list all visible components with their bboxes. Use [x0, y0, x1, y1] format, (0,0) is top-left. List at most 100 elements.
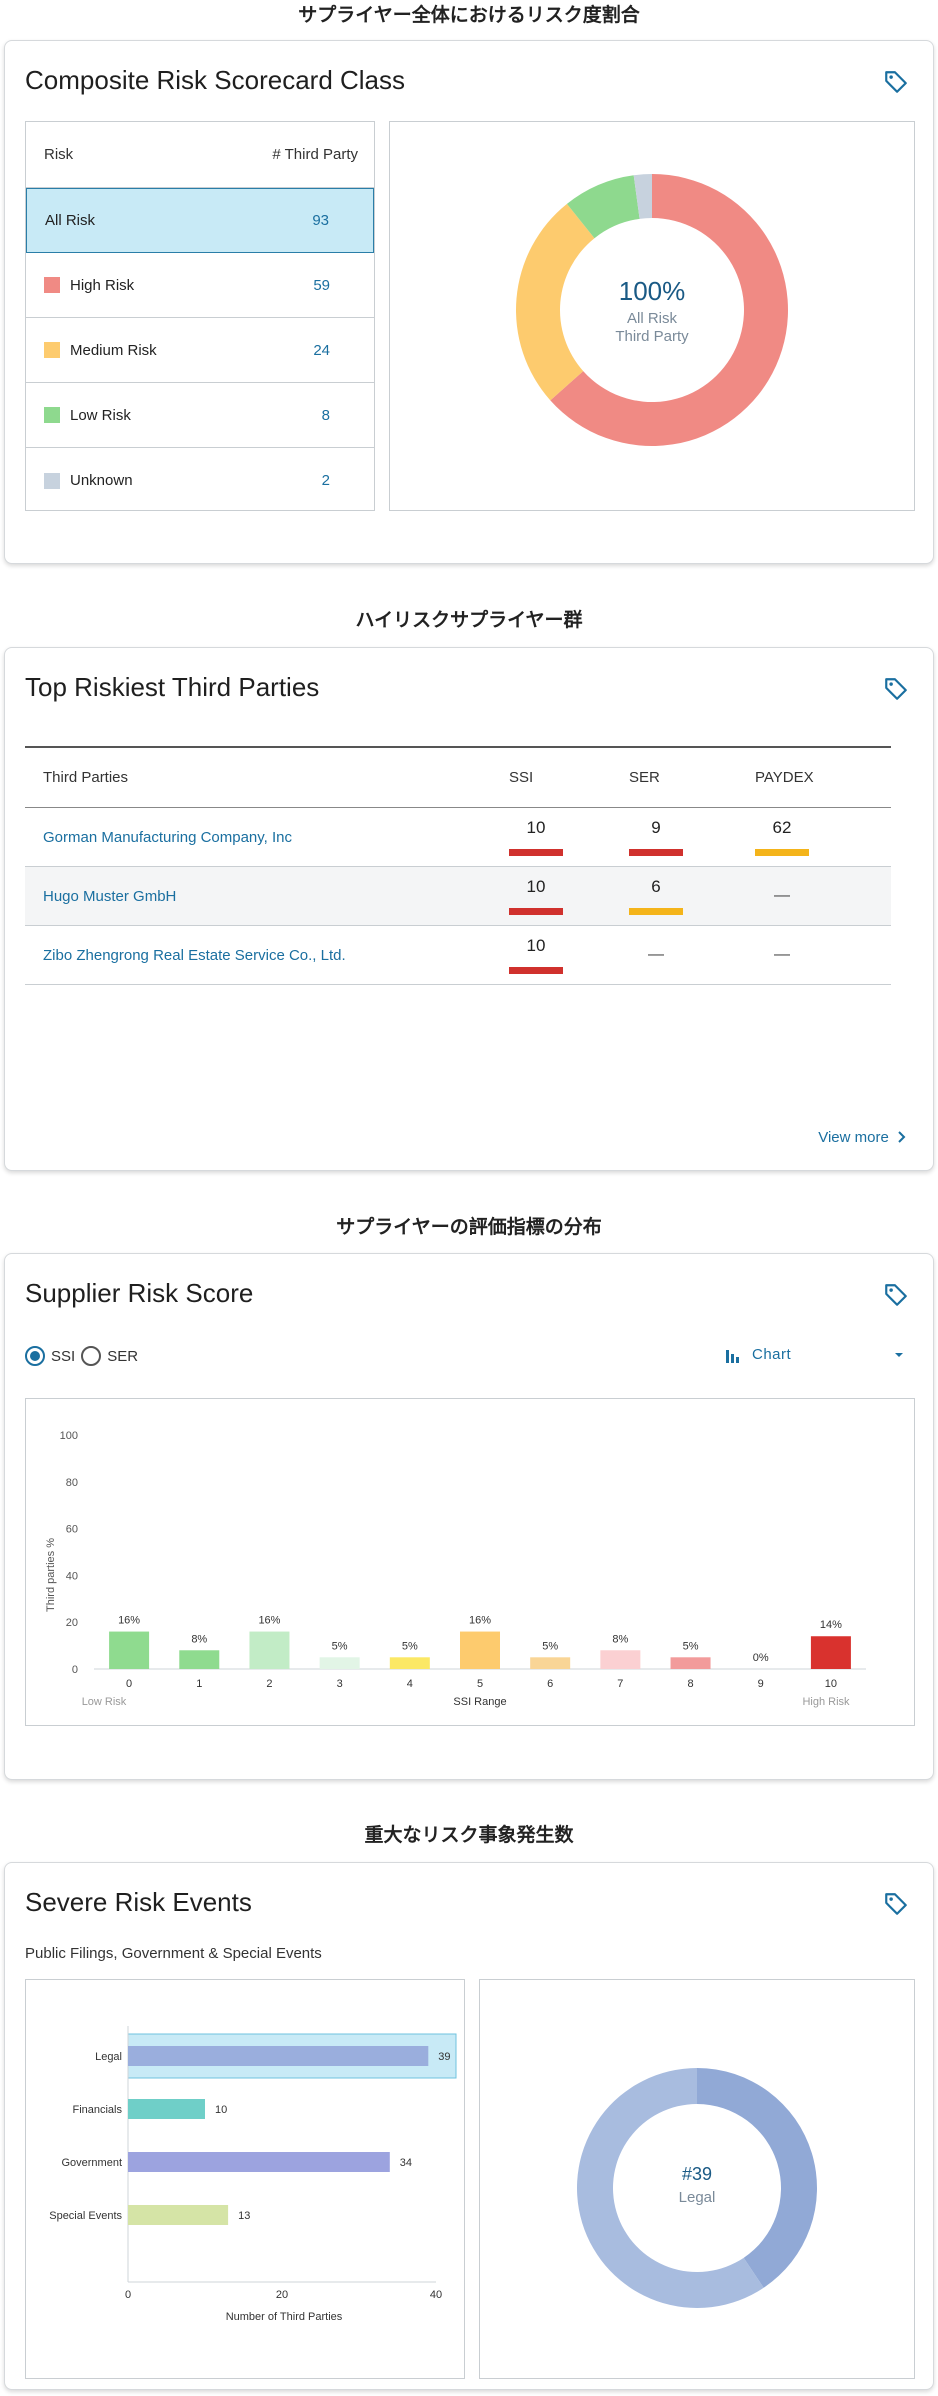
bar-value-label: 10: [215, 2104, 227, 2116]
ssi-bar-4[interactable]: [389, 1657, 430, 1669]
risk-label: Unknown: [70, 472, 133, 489]
donut-label-line2: Third Party: [615, 328, 689, 345]
event-bar-government[interactable]: [128, 2152, 390, 2172]
bar-value-label: 8%: [612, 1633, 628, 1645]
events-bar-panel: Legal 39 Financials 10 Government 34 Special E…: [25, 1979, 465, 2379]
risk-table: Risk # Third Party All Risk 93 High Risk…: [25, 121, 375, 511]
x-tick-label: 40: [430, 2289, 442, 2301]
event-bar-special-events[interactable]: [128, 2205, 229, 2225]
card-title: Top Riskiest Third Parties: [25, 672, 320, 702]
risk-donut-chart: 100% All Risk Third Party: [516, 174, 788, 447]
tag-icon[interactable]: [883, 1891, 909, 1917]
third-party-link[interactable]: Hugo Muster GmbH: [43, 888, 176, 905]
ssi-value: 10: [526, 877, 546, 896]
risk-count: 2: [321, 472, 330, 489]
x-tick-label: 0: [126, 1678, 132, 1690]
risk-count: 8: [321, 406, 330, 424]
ssi-bar-0[interactable]: [109, 1631, 150, 1669]
ssi-value: 10: [526, 818, 546, 837]
tag-icon[interactable]: [883, 69, 909, 95]
y-tick-label: 40: [66, 1570, 78, 1582]
risk-row-all[interactable]: All Risk 93: [26, 188, 374, 253]
category-label: Government: [61, 2157, 122, 2169]
bar-value-label: 16%: [258, 1615, 280, 1627]
view-more-link[interactable]: View more: [818, 1129, 907, 1146]
y-tick-label: 20: [66, 1617, 78, 1629]
y-tick-label: 80: [66, 1477, 78, 1489]
section-heading-score: サプライヤーの評価指標の分布: [336, 1216, 602, 1238]
x-tick-label: 6: [547, 1678, 553, 1690]
riskiest-table-header: Third Parties SSI SER PAYDEX: [25, 748, 891, 808]
tag-icon[interactable]: [883, 676, 909, 702]
bar-value-label: 16%: [118, 1615, 140, 1627]
x-tick-label: 10: [825, 1678, 837, 1690]
x-tick-label: 7: [617, 1678, 623, 1690]
section-heading-riskiest: ハイリスクサプライヤー群: [355, 609, 583, 631]
third-party-link[interactable]: Gorman Manufacturing Company, Inc: [43, 829, 292, 846]
high-risk-swatch: [44, 277, 60, 293]
category-label: Financials: [72, 2104, 122, 2116]
ssi-bar-8[interactable]: [670, 1657, 711, 1669]
risk-count: 59: [313, 276, 330, 294]
ssi-bar-1[interactable]: [179, 1650, 220, 1669]
ssi-bar-6[interactable]: [530, 1657, 571, 1669]
ser-value: 6: [651, 877, 661, 896]
ser-radio[interactable]: [81, 1346, 102, 1366]
event-bar-financials[interactable]: [128, 2099, 205, 2119]
ser-metric: 6: [629, 877, 683, 915]
table-row: Gorman Manufacturing Company, Inc 10 9 6…: [25, 808, 891, 867]
unknown-risk-swatch: [44, 472, 60, 489]
donut-slice-legal[interactable]: [697, 2068, 818, 2288]
chart-type-select[interactable]: Chart: [725, 1346, 905, 1363]
category-label: Legal: [95, 2051, 122, 2063]
risk-row-unknown[interactable]: Unknown 2: [26, 448, 374, 513]
chart-select-label: Chart: [752, 1346, 792, 1363]
event-bar-legal[interactable]: [128, 2046, 429, 2066]
ssi-distribution-chart: 0 20 40 60 80 100 Third parties % 16% 0 8% 1 16% 2 5%…: [45, 1430, 866, 1708]
bar-value-label: 5%: [402, 1640, 418, 1652]
score-type-radio-group: SSI SER: [25, 1346, 138, 1366]
tag-icon[interactable]: [883, 1282, 909, 1308]
col-header-third-parties: Third Parties: [43, 769, 129, 786]
ssi-bar-7[interactable]: [600, 1650, 641, 1669]
risk-row-high[interactable]: High Risk 59: [26, 253, 374, 318]
bar-value-label: 34: [400, 2157, 412, 2169]
ssi-bar-3[interactable]: [319, 1657, 360, 1669]
third-party-link[interactable]: Zibo Zhengrong Real Estate Service Co., …: [43, 947, 346, 964]
x-tick-label: 8: [687, 1678, 693, 1690]
x-tick-label: 9: [758, 1678, 764, 1690]
card-title: Supplier Risk Score: [25, 1278, 254, 1308]
bar-value-label: 39: [438, 2051, 450, 2063]
risk-row-low[interactable]: Low Risk 8: [26, 383, 374, 448]
ser-metric: 9: [629, 818, 683, 856]
x-axis-label: SSI Range: [453, 1696, 506, 1708]
supplier-risk-score-card: Supplier Risk Score SSI SER Chart 0 20 40 6…: [4, 1253, 934, 1780]
risk-row-medium[interactable]: Medium Risk 24: [26, 318, 374, 383]
view-more-label: View more: [818, 1129, 889, 1146]
risk-table-header: Risk # Third Party: [26, 122, 374, 188]
risk-donut-panel: 100% All Risk Third Party: [389, 121, 915, 511]
risk-count: 93: [312, 212, 329, 229]
ser-value: —: [648, 946, 664, 963]
composite-risk-card: Composite Risk Scorecard Class Risk # Th…: [4, 40, 934, 564]
ssi-radio[interactable]: [25, 1346, 45, 1366]
y-tick-label: 100: [60, 1430, 78, 1442]
donut-label-line1: All Risk: [627, 310, 678, 327]
caret-down-icon: [895, 1352, 903, 1357]
ssi-bar: [509, 908, 563, 915]
x-tick-label: 5: [477, 1678, 483, 1690]
col-header-ser: SER: [629, 769, 660, 786]
top-riskiest-card: Top Riskiest Third Parties Third Parties…: [4, 647, 934, 1171]
table-row: Hugo Muster GmbH 10 6 —: [25, 867, 891, 926]
ssi-bar-2[interactable]: [249, 1631, 290, 1669]
ssi-bar-5[interactable]: [460, 1631, 500, 1669]
ser-bar: [629, 849, 683, 856]
bar-value-label: 13: [238, 2210, 250, 2222]
ssi-bar-10[interactable]: [810, 1636, 851, 1669]
ssi-metric: 10: [509, 877, 563, 915]
donut-slice-medium[interactable]: [516, 203, 595, 401]
table-row: Zibo Zhengrong Real Estate Service Co., …: [25, 926, 891, 985]
bar-value-label: 14%: [820, 1619, 842, 1631]
bar-value-label: 5%: [683, 1640, 699, 1652]
bar-chart-icon: [726, 1349, 739, 1363]
